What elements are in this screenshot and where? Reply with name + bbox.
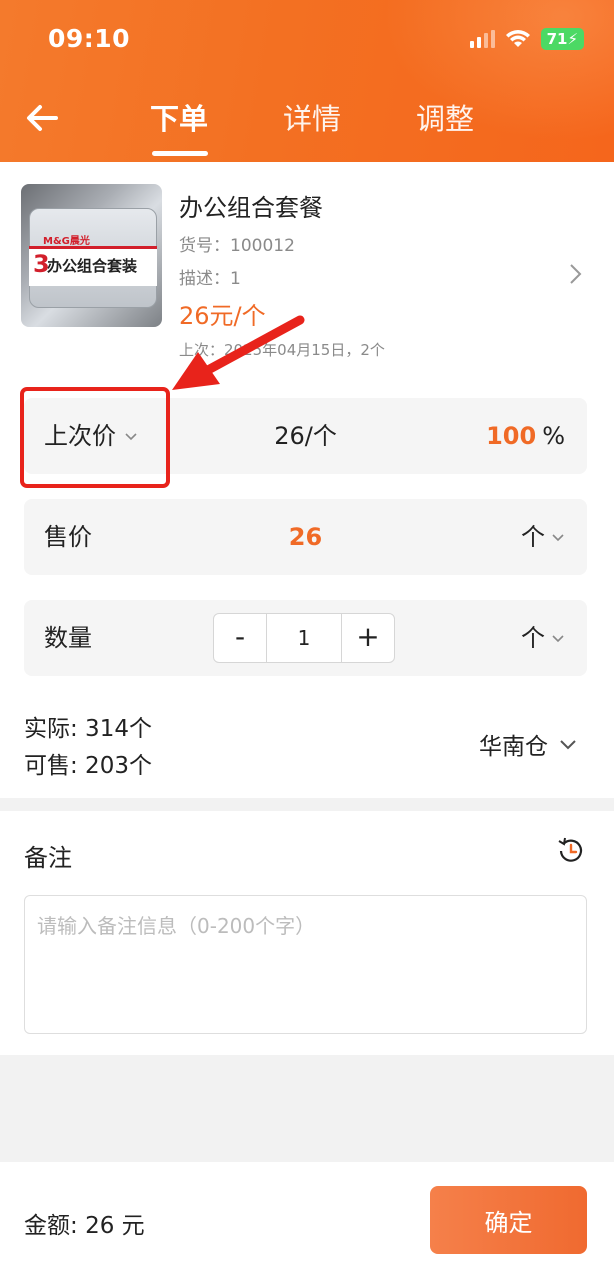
warehouse-dropdown[interactable]: 华南仓 [479, 727, 578, 761]
price-percent: 100 % [486, 398, 565, 474]
confirm-button[interactable]: 确定 [430, 1186, 587, 1254]
increment-button[interactable]: + [342, 614, 394, 662]
remark-input[interactable] [24, 895, 587, 1034]
product-can-name: 办公组合套装 [47, 257, 138, 275]
quantity-label: 数量 [44, 624, 92, 652]
actual-stock: 实际: 314个 [24, 716, 152, 742]
annotation-highlight-box [20, 387, 170, 488]
tab-order[interactable]: 下单 [150, 96, 283, 138]
total-amount: 金额: 26 元 [24, 1206, 145, 1240]
total-label: 金额: [24, 1213, 78, 1239]
tab-adjust[interactable]: 调整 [416, 96, 549, 138]
quantity-row: 数量 - 1 + 个 [24, 600, 587, 676]
product-title[interactable]: 办公组合套餐 [179, 188, 323, 223]
header: 09:10 71⚡ 下单 详情 调整 [0, 0, 614, 162]
product-brand-logo: M&G晨光 [43, 236, 90, 247]
product-image[interactable]: M&G晨光 3 办公组合套装 [21, 184, 162, 327]
sale-unit-dropdown[interactable]: 个 [521, 499, 565, 575]
back-arrow-icon[interactable] [22, 98, 62, 138]
quantity-unit-label: 个 [521, 624, 545, 652]
battery-level: 71 [546, 30, 568, 48]
status-time: 09:10 [48, 24, 131, 53]
chevron-right-icon[interactable] [566, 262, 584, 286]
history-icon[interactable] [555, 835, 587, 867]
status-icons: 71⚡ [469, 28, 584, 50]
quantity-stepper: - 1 + [213, 613, 395, 663]
active-tab-indicator [152, 151, 208, 156]
remark-title: 备注 [24, 844, 72, 872]
quantity-input[interactable]: 1 [266, 614, 342, 662]
available-stock: 可售: 203个 [24, 753, 152, 779]
signal-icon [469, 30, 495, 48]
decrement-button[interactable]: - [214, 614, 266, 662]
sale-price-row: 售价 26 个 [24, 499, 587, 575]
battery-icon: 71⚡ [540, 28, 584, 50]
product-can-label: 3 办公组合套装 [29, 246, 157, 286]
product-description: 描述：1 [179, 269, 241, 289]
quantity-unit-dropdown[interactable]: 个 [521, 600, 565, 676]
product-item-no: 货号：100012 [179, 236, 295, 256]
chevron-down-icon [560, 740, 576, 750]
sale-price-input[interactable]: 26 [24, 499, 587, 575]
top-tabs: 下单 详情 调整 [150, 96, 549, 138]
footer-bar: 金额: 26 元 确定 [0, 1162, 614, 1280]
tab-details[interactable]: 详情 [283, 96, 416, 138]
wifi-icon [505, 30, 530, 47]
annotation-arrow-icon [172, 315, 305, 390]
percent-value: 100 [486, 422, 537, 450]
product-can-number: 3 [33, 250, 50, 278]
percent-unit: % [542, 422, 565, 450]
remark-section: 备注 [0, 811, 614, 1055]
sale-unit-label: 个 [521, 523, 545, 551]
total-value: 26 元 [85, 1213, 145, 1239]
warehouse-label: 华南仓 [479, 734, 548, 760]
chevron-down-icon [552, 635, 564, 643]
chevron-down-icon [552, 534, 564, 542]
